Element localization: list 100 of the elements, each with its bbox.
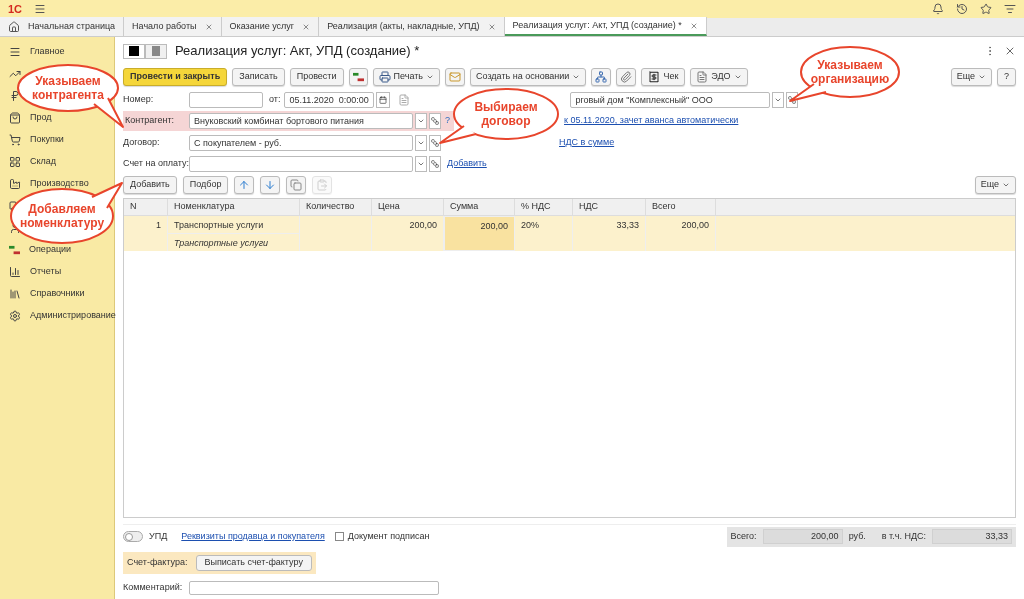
toolbar-button[interactable]: Провести и закрыть	[123, 68, 228, 86]
paperclip-icon	[620, 71, 633, 83]
tab[interactable]: Реализация (акты, накладные, УПД)	[319, 17, 505, 36]
toolbar-button[interactable]: Создать на основании	[470, 68, 587, 86]
structure-icon	[595, 71, 608, 83]
open-button[interactable]	[429, 135, 441, 151]
sidebar-item[interactable]: Производство	[30, 177, 89, 191]
toolbar-button[interactable]: Подбор	[182, 176, 229, 194]
toolbar-button[interactable]: Еще	[950, 68, 992, 86]
input-field[interactable]	[189, 156, 413, 172]
arrow-up-icon	[238, 179, 251, 191]
column-header[interactable]: Всего	[646, 199, 716, 215]
checkbox-label: Документ подписан	[347, 529, 430, 543]
trend-icon	[9, 68, 21, 80]
column-header[interactable]: Сумма	[444, 199, 515, 215]
settlement-link[interactable]: к 05.11.2020, зачет аванса автоматически	[564, 114, 739, 128]
column-header[interactable]: Номенклатура	[168, 199, 300, 215]
history-icon[interactable]	[956, 3, 968, 15]
toolbar-button[interactable]: Печать	[372, 68, 440, 86]
dropdown-button[interactable]	[772, 92, 785, 108]
sidebar-item[interactable]: Главное	[30, 45, 65, 59]
vat-value: 33,33	[932, 528, 1012, 545]
toolbar-button[interactable]: Записать	[232, 68, 285, 86]
dropdown-button[interactable]	[415, 113, 427, 129]
icon-button[interactable]	[591, 68, 612, 86]
sidebar-item[interactable]: Отчеты	[30, 265, 62, 279]
tab[interactable]: Реализация услуг: Акт, УПД (создание) *	[504, 17, 707, 36]
tab[interactable]: Начальная страница	[0, 17, 125, 36]
column-header[interactable]: % НДС	[515, 199, 573, 215]
icon-button[interactable]	[348, 68, 368, 86]
dropdown-button[interactable]	[415, 135, 427, 151]
toolbar-button[interactable]: Еще	[974, 176, 1016, 194]
bell-icon[interactable]	[932, 3, 944, 15]
vat-link[interactable]: НДС в сумме	[559, 136, 615, 150]
bar-chart-icon	[9, 266, 21, 278]
tab-label: Оказание услуг	[229, 19, 295, 33]
printer-icon	[378, 71, 391, 83]
requisites-link[interactable]: Реквизиты продавца и покупателя	[181, 529, 325, 544]
caret-icon	[417, 117, 425, 125]
paste-icon	[316, 179, 329, 191]
sidebar-item[interactable]: Администрирование	[30, 309, 116, 323]
close-icon[interactable]	[689, 21, 698, 30]
input-field[interactable]: С покупателем - руб.	[189, 135, 413, 151]
close-icon[interactable]	[487, 22, 496, 31]
toolbar-button[interactable]: ЭДО	[690, 68, 748, 86]
sidebar-item[interactable]: Операции	[29, 243, 72, 257]
close-icon[interactable]	[302, 22, 311, 31]
tab[interactable]: Начало работы	[124, 17, 222, 36]
books-icon	[9, 288, 21, 300]
calendar-icon	[379, 96, 388, 104]
close-icon[interactable]	[204, 22, 213, 31]
input-field[interactable]: 05.11.2020 0:00:00	[284, 92, 375, 108]
sidebar-item[interactable]: Справочники	[30, 287, 85, 301]
sidebar-item[interactable]: Прод	[30, 111, 52, 125]
invoice-button[interactable]: Выписать счет-фактуру	[195, 555, 312, 571]
currency-label: руб.	[848, 529, 866, 543]
sidebar-item[interactable]: Покупки	[30, 133, 64, 147]
input-field[interactable]: рговый дом "Комплексный" ООО	[570, 92, 771, 108]
toolbar-button[interactable]: Провести	[289, 68, 344, 86]
document-icon	[696, 71, 709, 83]
add-link[interactable]: Добавить	[447, 157, 487, 171]
toggle-switch[interactable]	[123, 531, 143, 542]
toolbar-button[interactable]: ?	[997, 68, 1016, 86]
icon-button[interactable]	[616, 68, 637, 86]
column-header[interactable]: N	[124, 199, 168, 215]
dropdown-button[interactable]	[415, 156, 427, 172]
help-hint[interactable]: ?	[445, 114, 450, 128]
tab-label: Начальная страница	[28, 19, 116, 33]
toolbar-button[interactable]: Добавить	[123, 176, 177, 194]
star-icon[interactable]	[980, 3, 992, 15]
tab-label: Реализация услуг: Акт, УПД (создание) *	[512, 18, 682, 32]
column-header[interactable]: Цена	[372, 199, 444, 215]
sidebar-item[interactable]: Склад	[30, 155, 57, 169]
field-label: Договор:	[123, 136, 161, 150]
field-label: от:	[269, 93, 281, 107]
arrow-down-icon	[264, 179, 277, 191]
field-label: Номер:	[123, 93, 155, 107]
caret-icon	[426, 73, 434, 81]
table-row[interactable]: 1 Транспортные услуги Транспортные услуги 200,00 200,00 20% 33,33 200,00	[124, 216, 1015, 251]
receipt-icon	[648, 71, 661, 83]
open-button[interactable]	[429, 156, 441, 172]
column-header[interactable]: Количество	[300, 199, 372, 215]
toolbar-button[interactable]: Чек	[641, 68, 686, 86]
settings-icon	[9, 310, 21, 322]
document-title: Реализация услуг: Акт, УПД (создание) *	[175, 42, 420, 61]
open-button[interactable]	[429, 113, 441, 129]
input-field[interactable]: Внуковский комбинат бортового питания	[189, 113, 413, 129]
input-field[interactable]	[189, 92, 263, 108]
tab[interactable]: Оказание услуг	[221, 17, 320, 36]
totals-label: Всего:	[730, 529, 757, 543]
calendar-button[interactable]	[376, 92, 391, 108]
comment-field[interactable]	[189, 581, 439, 595]
factory-icon	[9, 178, 21, 190]
ruble-icon	[9, 90, 21, 102]
checkbox[interactable]	[334, 532, 344, 541]
column-header[interactable]: НДС	[573, 199, 646, 215]
debit-credit-icon	[9, 244, 20, 256]
close-icon[interactable]	[1004, 45, 1016, 57]
field-label: Счет на оплату:	[123, 157, 189, 171]
back-button[interactable]	[123, 43, 145, 59]
